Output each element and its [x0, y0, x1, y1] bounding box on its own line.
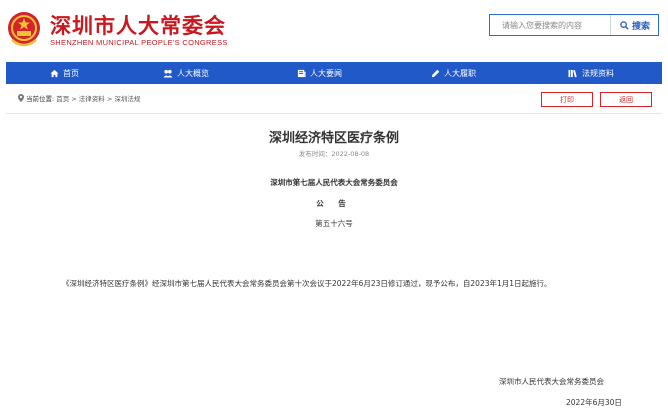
- signature-date: 2022年6月30日: [566, 398, 622, 407]
- article-title: 深圳经济特区医疗条例: [268, 131, 399, 146]
- people-icon: [163, 69, 173, 78]
- announcement-heading: 公 告: [316, 199, 352, 208]
- breadcrumb: 当前位置: 首页 > 法律资料 > 深圳法规: [18, 93, 140, 103]
- nav-item-label: 首页: [63, 68, 79, 78]
- search-input[interactable]: [490, 15, 608, 35]
- site-header: 深圳市人大常委会 SHENZHEN MUNICIPAL PEOPLE'S CON…: [0, 0, 668, 60]
- search-button-label: 搜索: [631, 21, 650, 32]
- issuer: 深圳市第七届人民代表大会常务委员会: [270, 178, 398, 187]
- home-icon: [50, 69, 59, 77]
- publish-time: 发布时间：2022-08-08: [298, 150, 370, 158]
- site-title: 深圳市人大常委会: [50, 14, 226, 38]
- breadcrumb-path[interactable]: 首页 > 法律资料 > 深圳法规: [56, 93, 140, 103]
- pen-icon: [431, 69, 440, 77]
- nav-item-duties[interactable]: 人大履职: [431, 62, 476, 84]
- print-button[interactable]: 打印: [541, 92, 593, 107]
- nav-item-overview[interactable]: 人大概览: [163, 62, 209, 84]
- search-button[interactable]: 搜索: [610, 15, 659, 35]
- announcement-number: 第五十六号: [315, 219, 353, 228]
- news-icon: [297, 69, 306, 77]
- nav-item-news[interactable]: 人大要闻: [297, 62, 342, 84]
- book-icon: [568, 69, 577, 77]
- location-pin-icon: [18, 94, 24, 102]
- main-nav: 首页 人大概览 人大要闻 人大履职 法规资料: [6, 62, 662, 84]
- nav-item-label: 人大概览: [177, 68, 209, 78]
- back-button[interactable]: 返回: [600, 92, 652, 107]
- breadcrumb-label: 当前位置:: [26, 95, 55, 103]
- nav-item-label: 人大要闻: [310, 68, 342, 78]
- search-icon: [620, 20, 629, 30]
- divider: [6, 113, 662, 114]
- nav-item-label: 人大履职: [444, 68, 476, 78]
- nav-item-home[interactable]: 首页: [50, 62, 79, 84]
- search-box: 搜索: [489, 14, 659, 36]
- article-body: 《深圳经济特区医疗条例》经深圳市第七届人民代表大会常务委员会第十次会议于2022…: [62, 279, 552, 288]
- site-subtitle: SHENZHEN MUNICIPAL PEOPLE'S CONGRESS: [50, 38, 228, 47]
- nav-item-label: 法规资料: [582, 68, 614, 78]
- signature: 深圳市人民代表大会常务委员会: [499, 377, 604, 386]
- nav-item-regulations[interactable]: 法规资料: [568, 62, 614, 84]
- national-emblem-icon: [8, 12, 40, 47]
